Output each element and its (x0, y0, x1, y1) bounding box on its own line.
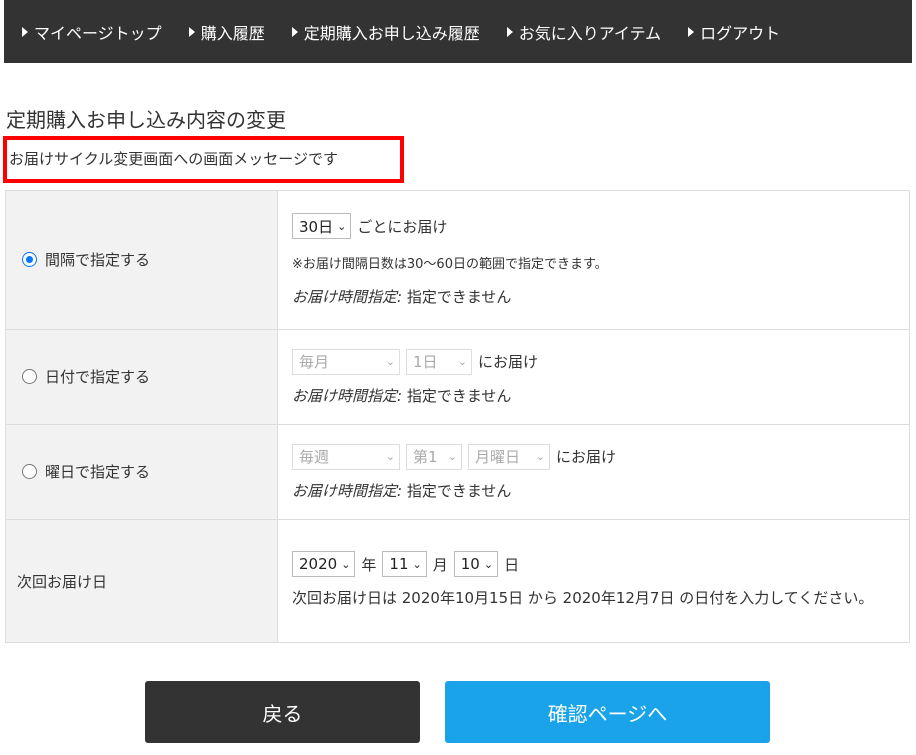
select-value: 第1 (413, 448, 438, 466)
time-value: 指定できません (406, 481, 512, 500)
nav-logout[interactable]: ログアウト (688, 20, 780, 44)
radio-button[interactable] (22, 464, 37, 479)
date-suffix: にお届け (478, 353, 539, 371)
interval-suffix: ごとにお届け (357, 217, 448, 236)
triangle-icon (506, 26, 513, 37)
chevron-down-icon: ⌄ (337, 219, 347, 233)
chevron-down-icon: ⌄ (447, 450, 457, 463)
time-label: お届け時間指定: (292, 386, 403, 405)
day-select[interactable]: 1日 ⌄ (406, 348, 472, 375)
row-interval: 間隔で指定する 30日 ⌄ ごとにお届け ※お届け間隔日数は30〜60日の範囲で指定… (5, 190, 910, 330)
next-delivery-note: 次回お届け日は 2020年10月15日 から 2020年12月7日 の日付を入力… (292, 589, 874, 607)
frequency-select[interactable]: 毎週 ⌄ (292, 443, 400, 470)
nav-label: ログアウト (700, 23, 781, 43)
select-value: 1日 (413, 353, 438, 371)
nav-label: 定期購入お申し込み履歴 (303, 23, 480, 43)
month-select[interactable]: 11 ⌄ (382, 551, 427, 577)
month-unit: 月 (432, 555, 448, 574)
nav-subscription-history[interactable]: 定期購入お申し込み履歴 (291, 20, 480, 44)
radio-button[interactable] (22, 369, 37, 384)
nav-label: マイページトップ (34, 23, 162, 43)
day-unit: 日 (504, 555, 520, 574)
next-delivery-label: 次回お届け日 (17, 572, 108, 591)
nav-favorites[interactable]: お気に入りアイテム (506, 20, 662, 44)
time-value: 指定できません (406, 288, 512, 306)
radio-weekday[interactable]: 曜日で指定する (22, 461, 150, 482)
chevron-down-icon: ⌄ (385, 450, 395, 463)
page-title: 定期購入お申し込み内容の変更 (6, 108, 286, 132)
nav-label: 購入履歴 (200, 23, 265, 43)
radio-label: 間隔で指定する (45, 251, 151, 269)
triangle-icon (22, 26, 28, 37)
nav-label: お気に入りアイテム (518, 23, 662, 43)
year-select[interactable]: 2020 ⌄ (292, 551, 356, 577)
week-select[interactable]: 第1 ⌄ (406, 443, 462, 470)
weekday-suffix: にお届け (556, 448, 617, 466)
triangle-icon (291, 26, 298, 37)
interval-days-select[interactable]: 30日 ⌄ (292, 213, 352, 239)
time-value: 指定できません (406, 386, 512, 405)
chevron-down-icon: ⌄ (412, 557, 422, 571)
back-button[interactable]: 戻る (145, 681, 420, 743)
radio-date[interactable]: 日付で指定する (22, 366, 150, 387)
triangle-icon (188, 26, 195, 37)
row-weekday: 曜日で指定する 毎週 ⌄ 第1 ⌄ 月曜日 ⌄ にお届け お届け時間指定: 指定できません (5, 424, 910, 520)
confirm-button[interactable]: 確認ページへ (445, 681, 770, 743)
weekday-select[interactable]: 月曜日 ⌄ (468, 443, 550, 470)
select-value: 月曜日 (475, 448, 521, 466)
chevron-down-icon: ⌄ (385, 355, 395, 368)
chevron-down-icon: ⌄ (535, 450, 545, 463)
radio-button[interactable] (22, 252, 37, 267)
month-select[interactable]: 毎月 ⌄ (292, 348, 400, 375)
screen-message: お届けサイクル変更画面への画面メッセージです (3, 136, 404, 183)
row-date: 日付で指定する 毎月 ⌄ 1日 ⌄ にお届け お届け時間指定: 指定できません (5, 329, 910, 425)
select-value: 毎月 (299, 353, 330, 371)
radio-label: 日付で指定する (45, 368, 151, 386)
interval-note: ※お届け間隔日数は30〜60日の範囲で指定できます。 (292, 257, 608, 272)
select-value: 2020 (299, 555, 338, 573)
chevron-down-icon: ⌄ (457, 355, 467, 368)
select-value: 11 (389, 555, 409, 573)
row-next-delivery: 次回お届け日 2020 ⌄ 年 11 ⌄ 月 10 ⌄ 日 次回お届け日は 2020年10月15… (5, 519, 910, 643)
delivery-form-table: 間隔で指定する 30日 ⌄ ごとにお届け ※お届け間隔日数は30〜60日の範囲で指定… (5, 190, 910, 643)
chevron-down-icon: ⌄ (341, 557, 351, 571)
select-value: 10 (460, 555, 480, 573)
radio-interval[interactable]: 間隔で指定する (22, 249, 150, 270)
time-label: お届け時間指定: (292, 288, 403, 306)
nav-mypage-top[interactable]: マイページトップ (22, 20, 162, 44)
triangle-icon (688, 26, 695, 37)
chevron-down-icon: ⌄ (483, 557, 494, 571)
top-nav: マイページトップ 購入履歴 定期購入お申し込み履歴 お気に入りアイテム ログアウ… (4, 0, 912, 63)
radio-label: 曜日で指定する (45, 463, 151, 481)
year-unit: 年 (361, 555, 377, 574)
select-value: 30日 (299, 217, 334, 236)
select-value: 毎週 (299, 448, 330, 466)
nav-purchase-history[interactable]: 購入履歴 (188, 20, 265, 44)
time-label: お届け時間指定: (292, 481, 403, 500)
day-select[interactable]: 10 ⌄ (453, 551, 499, 577)
